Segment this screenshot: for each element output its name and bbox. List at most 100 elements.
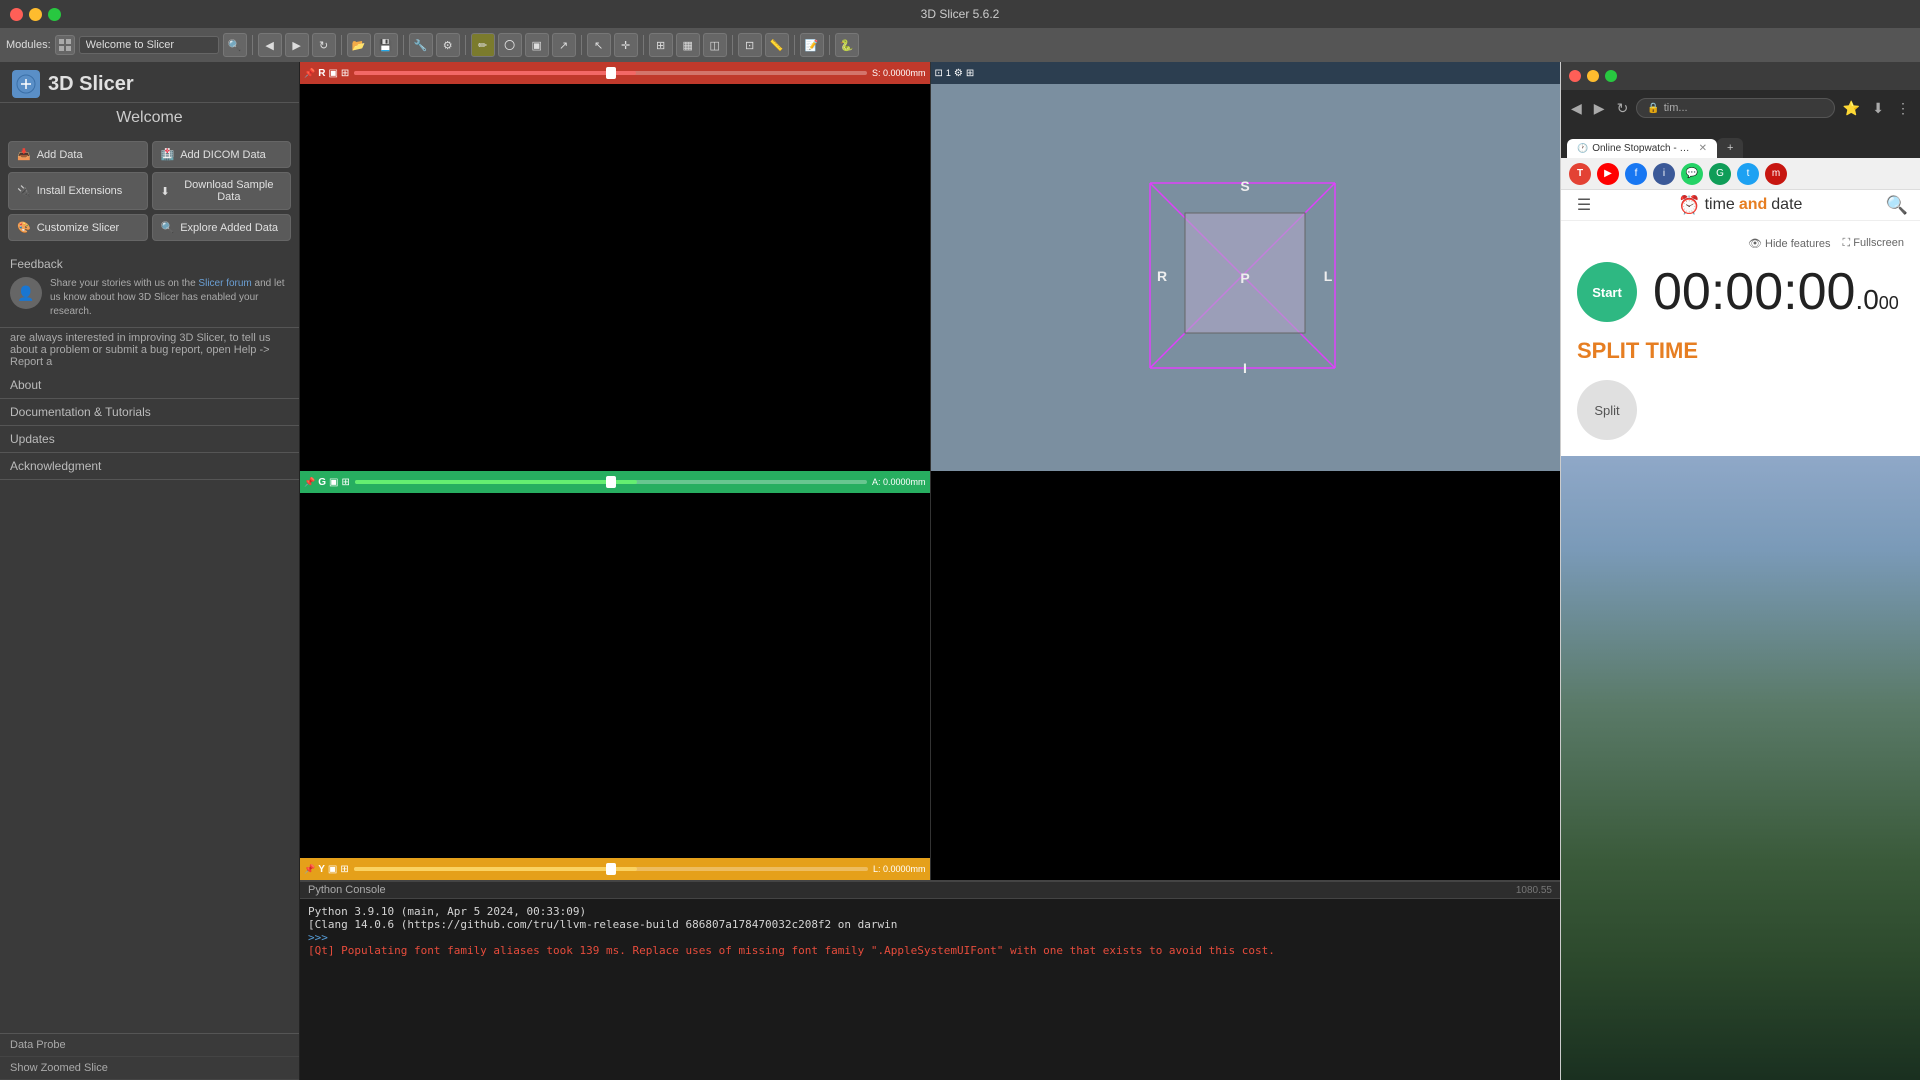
browser-tabs: 🕐 Online Stopwatch - easy to u ✕ +: [1561, 126, 1920, 158]
settings-button[interactable]: ⚙: [436, 33, 460, 57]
eye-slash-icon: 👁: [1748, 238, 1762, 250]
3d-view-toolbar: ⊡ 1 ⚙ ⊞: [931, 62, 1561, 84]
view-layout-3[interactable]: ◫: [703, 33, 727, 57]
browser-icon-5[interactable]: 💬: [1681, 163, 1703, 185]
save-button[interactable]: 💾: [374, 33, 398, 57]
about-section[interactable]: About: [0, 372, 299, 399]
fullscreen-icon: ⛶: [1842, 237, 1850, 249]
browser-titlebar: [1561, 62, 1920, 90]
green-slice-track[interactable]: [355, 480, 867, 484]
hide-features-btn[interactable]: 👁 Hide features: [1748, 237, 1830, 250]
maximize-button[interactable]: [48, 8, 61, 21]
browser-bookmark-button[interactable]: ⭐: [1839, 98, 1864, 119]
data-load-button[interactable]: 📂: [347, 33, 371, 57]
browser-icon-4[interactable]: i: [1653, 163, 1675, 185]
close-button[interactable]: [10, 8, 23, 21]
separator-2: [341, 35, 342, 55]
browser-icon-3[interactable]: f: [1625, 163, 1647, 185]
time-display-area: 00:00:00.000: [1653, 266, 1899, 318]
tad-search-icon[interactable]: 🔍: [1886, 195, 1908, 216]
console-line-2: [Clang 14.0.6 (https://github.com/tru/ll…: [308, 918, 1552, 931]
browser-reload-button[interactable]: ↻: [1613, 98, 1633, 119]
add-data-button[interactable]: 📥 Add Data: [8, 141, 148, 168]
explore-added-button[interactable]: 🔍 Explore Added Data: [152, 214, 292, 241]
welcome-title: Welcome: [0, 103, 299, 133]
view-layout-1[interactable]: ⊞: [649, 33, 673, 57]
editor-tool-4[interactable]: ↗: [552, 33, 576, 57]
yellow-link-icon: ⊞: [340, 864, 348, 875]
browser-icon-2[interactable]: ▶: [1597, 163, 1619, 185]
add-data-icon: 📥: [17, 148, 31, 161]
modules-selector: Modules: Welcome to Slicer 🔍: [6, 33, 247, 57]
start-stop-button[interactable]: Start: [1577, 262, 1637, 322]
crosshair-tool[interactable]: ✛: [614, 33, 638, 57]
browser-menu-button[interactable]: ⋮: [1892, 98, 1914, 119]
browser-close-button[interactable]: [1569, 70, 1581, 82]
modules-icon: [55, 35, 75, 55]
browser-address-bar[interactable]: 🔒 tim...: [1636, 98, 1835, 118]
console-line-1: Python 3.9.10 (main, Apr 5 2024, 00:33:0…: [308, 905, 1552, 918]
bottom-right-panel: [931, 471, 1561, 880]
slicer-content: 📌 R ▣ ⊞ S: 0.0000mm ⊡: [300, 62, 1560, 1080]
browser-icon-row: T ▶ f i 💬 G t m: [1569, 163, 1787, 185]
editor-tool-3[interactable]: ▣: [525, 33, 549, 57]
minimize-button[interactable]: [29, 8, 42, 21]
updates-section[interactable]: Updates: [0, 426, 299, 453]
separator-7: [732, 35, 733, 55]
acknowledgment-section[interactable]: Acknowledgment: [0, 453, 299, 480]
red-slice-track[interactable]: [354, 71, 867, 75]
reload-button[interactable]: ↻: [312, 33, 336, 57]
browser-icon-1[interactable]: T: [1569, 163, 1591, 185]
green-slice-panel: 📌 G ▣ ⊞ A: 0.0000mm 📌 Y ▣: [300, 471, 931, 880]
left-panel: 3D Slicer Welcome 📥 Add Data 🏥 Add DICOM…: [0, 62, 300, 1080]
yellow-slice-track[interactable]: [354, 867, 868, 871]
editor-tool-2[interactable]: 〇: [498, 33, 522, 57]
split-button[interactable]: Split: [1577, 380, 1637, 440]
zoom-fit-button[interactable]: ⊡: [738, 33, 762, 57]
show-zoomed-item[interactable]: Show Zoomed Slice: [0, 1057, 299, 1080]
browser-back-button[interactable]: ◀: [1567, 98, 1586, 119]
separator-8: [794, 35, 795, 55]
install-extensions-button[interactable]: 🔌 Install Extensions: [8, 172, 148, 210]
tab-close-icon[interactable]: ✕: [1699, 143, 1707, 154]
nav-forward-button[interactable]: ▶: [285, 33, 309, 57]
time-value-row: 00:00:00.000: [1653, 266, 1899, 318]
docs-section[interactable]: Documentation & Tutorials: [0, 399, 299, 426]
red-pin-icon: 📌: [304, 68, 315, 79]
editor-tool-1[interactable]: ✏: [471, 33, 495, 57]
active-browser-tab[interactable]: 🕐 Online Stopwatch - easy to u ✕: [1567, 139, 1717, 158]
fullscreen-btn[interactable]: ⛶ Fullscreen: [1842, 237, 1904, 250]
bottom-right-canvas: [931, 471, 1561, 880]
view-area: 📌 R ▣ ⊞ S: 0.0000mm ⊡: [300, 62, 1560, 880]
tad-and-text: and: [1739, 196, 1767, 214]
tad-hamburger-icon[interactable]: ☰: [1573, 194, 1595, 216]
browser-icon-6[interactable]: G: [1709, 163, 1731, 185]
nav-back-button[interactable]: ◀: [258, 33, 282, 57]
browser-download-button[interactable]: ⬇: [1868, 98, 1888, 119]
module-search-input[interactable]: Welcome to Slicer: [79, 36, 219, 54]
new-tab-icon: +: [1727, 142, 1733, 154]
browser-maximize-button[interactable]: [1605, 70, 1617, 82]
slicer-forum-link[interactable]: Slicer forum: [198, 278, 251, 289]
new-tab-button[interactable]: +: [1717, 138, 1743, 158]
browser-minimize-button[interactable]: [1587, 70, 1599, 82]
add-dicom-button[interactable]: 🏥 Add DICOM Data: [152, 141, 292, 168]
separator-4: [465, 35, 466, 55]
python-console: Python Console 1080.55 Python 3.9.10 (ma…: [300, 880, 1560, 1080]
cursor-tool[interactable]: ↖: [587, 33, 611, 57]
view-layout-2[interactable]: ▦: [676, 33, 700, 57]
console-header: Python Console 1080.55: [300, 882, 1560, 899]
rule-tool[interactable]: 📏: [765, 33, 789, 57]
browser-icon-7[interactable]: t: [1737, 163, 1759, 185]
annotations-button[interactable]: 📝: [800, 33, 824, 57]
browser-forward-button[interactable]: ▶: [1590, 98, 1609, 119]
module-search-icon[interactable]: 🔍: [223, 33, 247, 57]
extension-manager-button[interactable]: 🔧: [409, 33, 433, 57]
download-sample-button[interactable]: ⬇ Download Sample Data: [152, 172, 292, 210]
python-interactor[interactable]: 🐍: [835, 33, 859, 57]
bottom-panel: Data Probe Show Zoomed Slice: [0, 1033, 299, 1080]
browser-icon-8[interactable]: m: [1765, 163, 1787, 185]
data-probe-item[interactable]: Data Probe: [0, 1034, 299, 1057]
views-bottom: 📌 G ▣ ⊞ A: 0.0000mm 📌 Y ▣: [300, 471, 1560, 880]
customize-slicer-button[interactable]: 🎨 Customize Slicer: [8, 214, 148, 241]
